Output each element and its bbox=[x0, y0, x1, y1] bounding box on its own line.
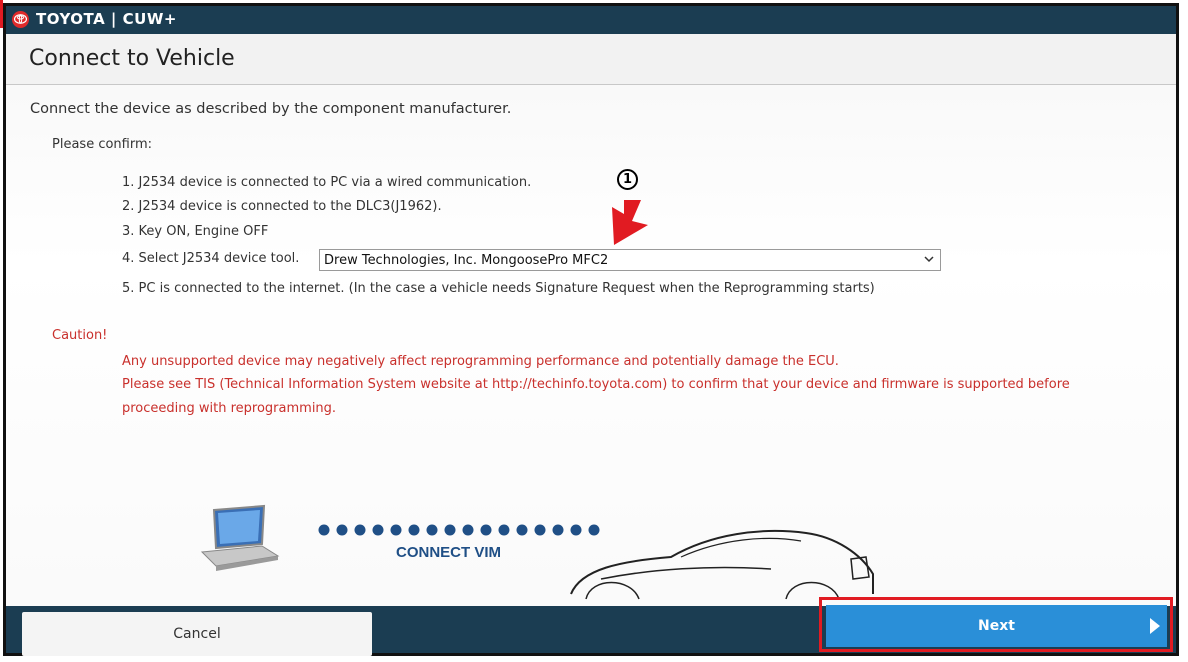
main-content: Connect to Vehicle Connect the device as… bbox=[6, 34, 1176, 606]
step-1: 1. J2534 device is connected to PC via a… bbox=[122, 175, 532, 190]
chevron-down-icon bbox=[924, 256, 934, 263]
caution-line-2: Please see TIS (Technical Information Sy… bbox=[122, 377, 1070, 392]
page-title: Connect to Vehicle bbox=[29, 46, 235, 71]
app-brand: TOYOTA | CUW+ bbox=[36, 10, 177, 28]
step-5: 5. PC is connected to the internet. (In … bbox=[122, 281, 875, 296]
step-4-label: 4. Select J2534 device tool. bbox=[122, 251, 300, 266]
red-arrow-icon bbox=[612, 200, 648, 245]
step-2: 2. J2534 device is connected to the DLC3… bbox=[122, 199, 442, 214]
next-button[interactable]: Next bbox=[826, 605, 1167, 647]
toyota-logo-icon bbox=[12, 11, 29, 28]
j2534-device-select[interactable]: Drew Technologies, Inc. MongoosePro MFC2 bbox=[319, 249, 941, 271]
connect-vim-label: CONNECT VIM bbox=[396, 544, 501, 561]
next-arrow-icon bbox=[1150, 618, 1160, 634]
device-select-value: Drew Technologies, Inc. MongoosePro MFC2 bbox=[324, 253, 609, 268]
step-3: 3. Key ON, Engine OFF bbox=[122, 224, 269, 239]
instruction-text: Connect the device as described by the c… bbox=[30, 101, 512, 117]
cancel-button[interactable]: Cancel bbox=[22, 612, 372, 656]
heading-bar: Connect to Vehicle bbox=[6, 34, 1176, 85]
car-icon bbox=[570, 529, 874, 600]
laptop-icon bbox=[200, 504, 280, 571]
annotation-number: 1 bbox=[617, 169, 638, 190]
caution-title: Caution! bbox=[52, 328, 108, 343]
app-window: TOYOTA | CUW+ Connect to Vehicle Connect… bbox=[3, 3, 1179, 656]
caution-line-1: Any unsupported device may negatively af… bbox=[122, 354, 839, 369]
title-bar: TOYOTA | CUW+ bbox=[6, 6, 1176, 34]
caution-line-3: proceeding with reprogramming. bbox=[122, 401, 337, 416]
next-button-label: Next bbox=[978, 618, 1015, 634]
confirm-label: Please confirm: bbox=[52, 137, 153, 152]
